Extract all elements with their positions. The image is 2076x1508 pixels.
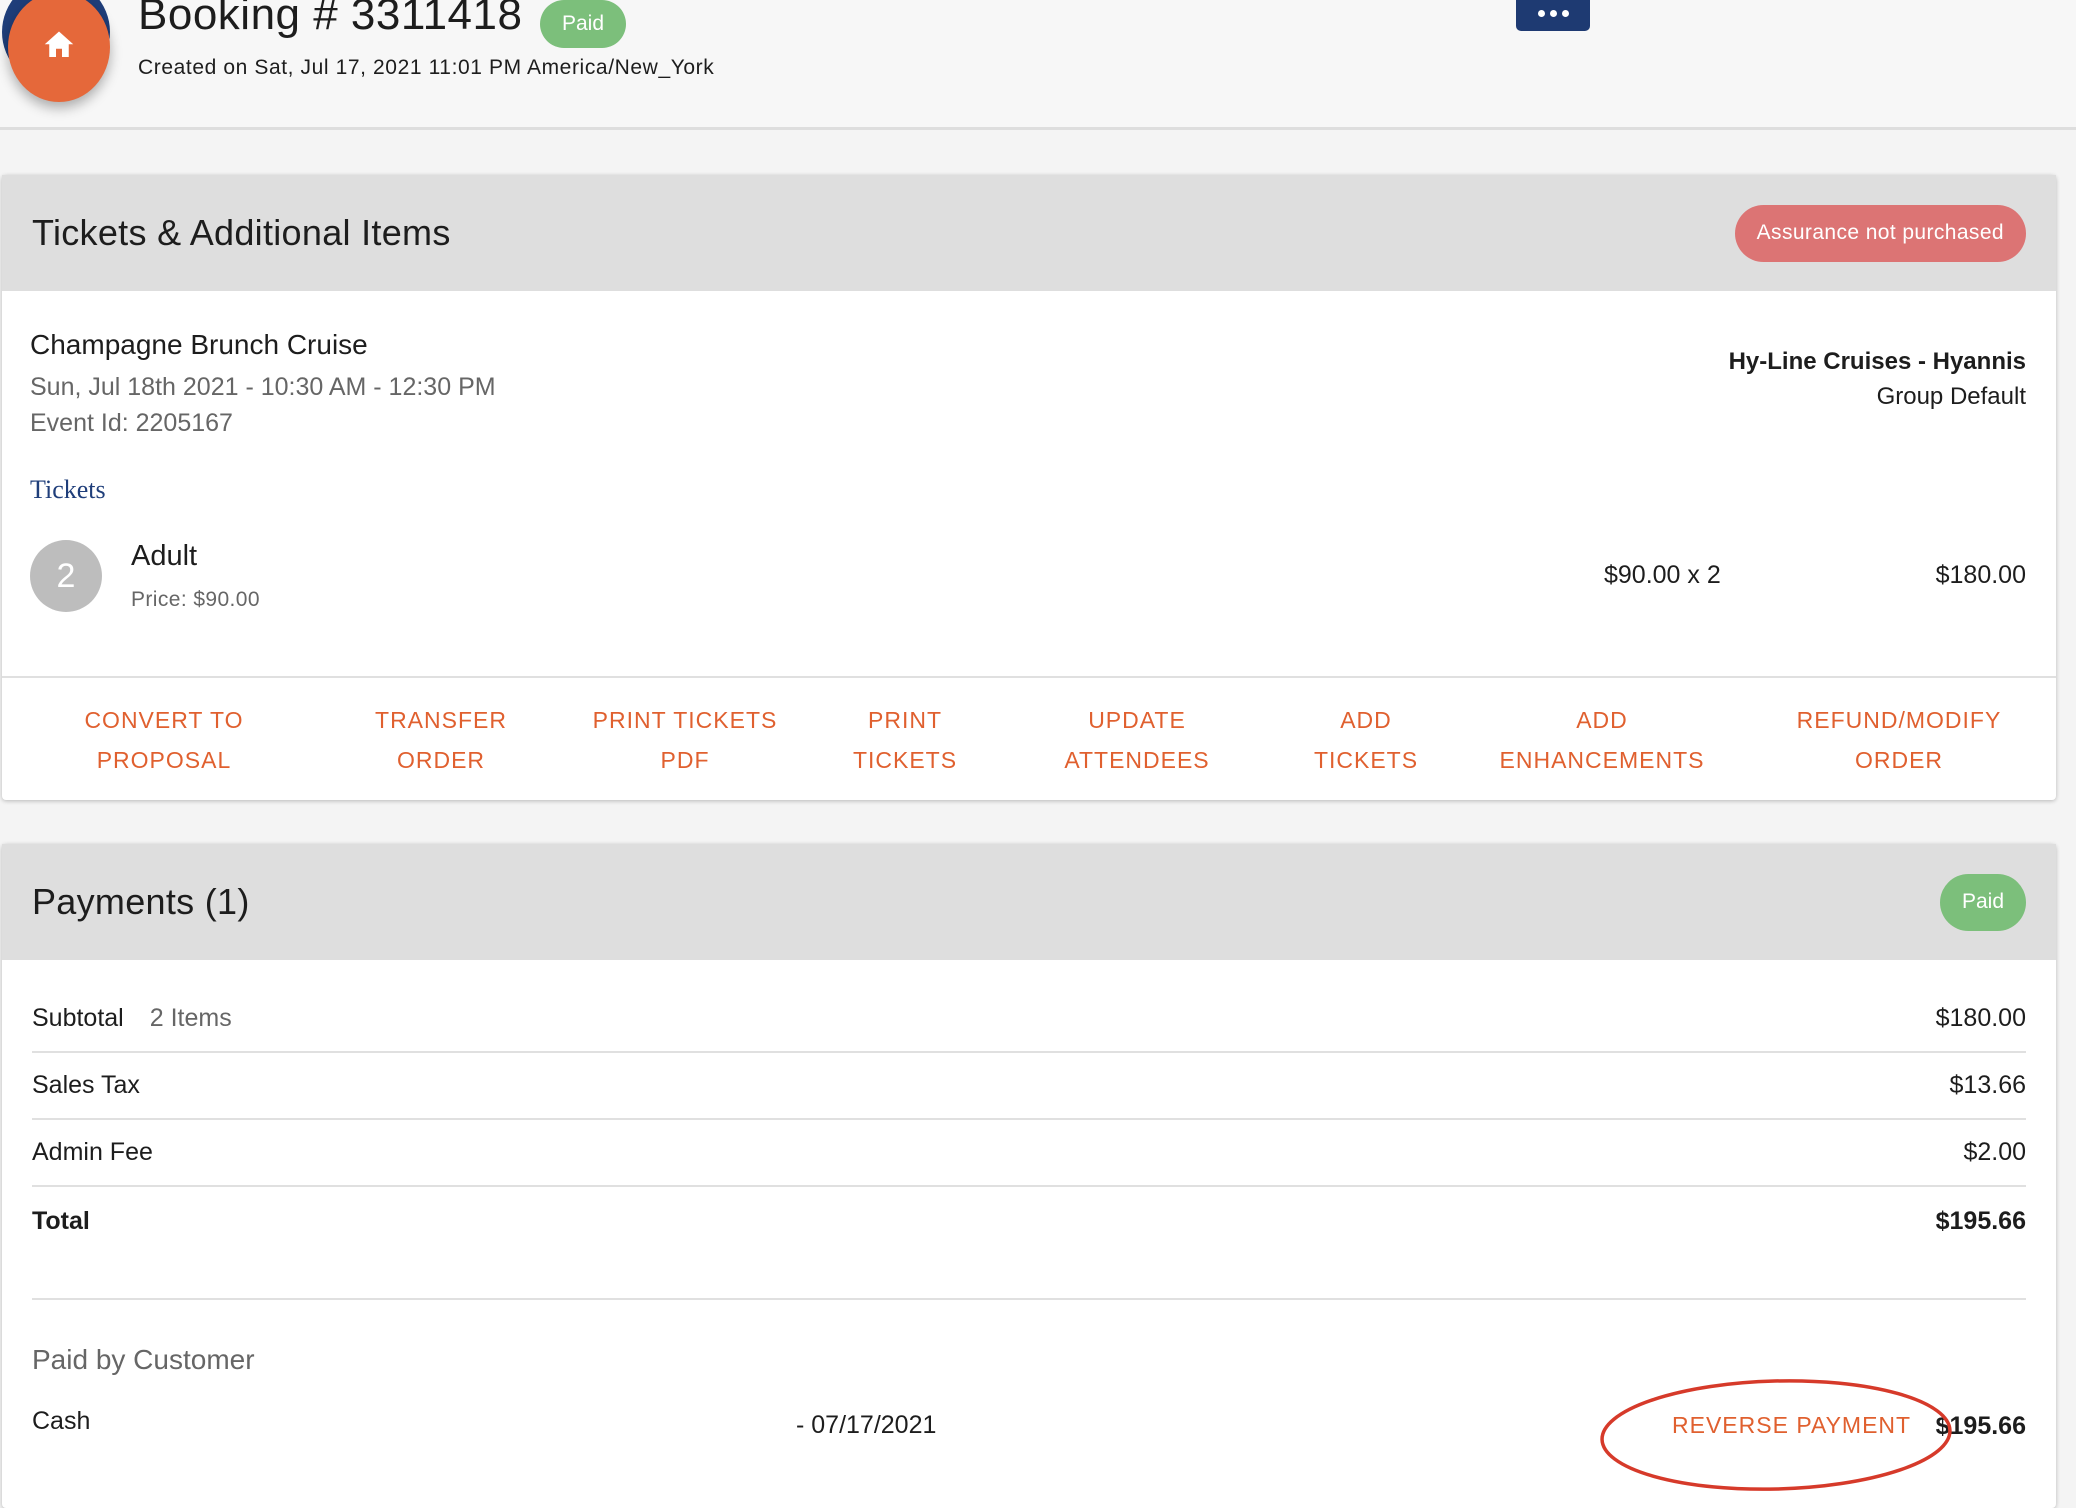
home-button[interactable] (8, 0, 110, 102)
home-icon (41, 27, 77, 68)
sales-tax-amount: $13.66 (1949, 1071, 2026, 1099)
more-options-button[interactable] (1516, 0, 1590, 31)
admin-fee-label: Admin Fee (32, 1138, 153, 1166)
payment-date: - 07/17/2021 (796, 1411, 937, 1439)
payment-method: Cash (32, 1407, 91, 1435)
total-amount: $195.66 (1935, 1207, 2026, 1235)
group-name: Group Default (1876, 383, 2026, 410)
tickets-card: Tickets & Additional Items Assurance not… (2, 175, 2056, 800)
admin-fee-amount: $2.00 (1963, 1138, 2026, 1166)
convert-to-proposal-button[interactable]: CONVERT TO PROPOSAL (84, 678, 243, 802)
paid-by-heading: Paid by Customer (32, 1344, 255, 1375)
created-date: Created on Sat, Jul 17, 2021 11:01 PM Am… (138, 56, 715, 79)
payments-card: Payments (1) Paid Subtotal 2 Items $180.0… (2, 844, 2056, 1508)
total-label: Total (32, 1207, 90, 1235)
subtotal-label: Subtotal (32, 1004, 124, 1032)
ticket-quantity-badge: 2 (30, 540, 102, 612)
subtotal-item-count: 2 Items (149, 1004, 232, 1032)
booking-status-badge: Paid (540, 0, 626, 48)
payment-status-badge: Paid (1940, 873, 2026, 931)
page-title: Booking # 3311418 (138, 0, 523, 39)
payments-card-header: Payments (1) Paid (2, 844, 2056, 960)
payments-section-title: Payments (1) (32, 881, 250, 922)
total-row: Total $195.66 (32, 1188, 2026, 1255)
ticket-type: Adult (131, 540, 198, 572)
event-id: Event Id: 2205167 (30, 409, 233, 437)
add-enhancements-button[interactable]: ADD ENHANCEMENTS (1500, 678, 1705, 802)
booking-header: Booking # 3311418 Paid Created on Sat, J… (0, 0, 2076, 130)
reverse-payment-button[interactable]: REVERSE PAYMENT (1672, 1412, 1911, 1439)
tickets-card-header: Tickets & Additional Items Assurance not… (2, 175, 2056, 291)
more-horizontal-icon (1561, 10, 1569, 17)
admin-fee-row: Admin Fee $2.00 (32, 1120, 2026, 1187)
event-details: Champagne Brunch Cruise Sun, Jul 18th 20… (2, 291, 2056, 683)
update-attendees-button[interactable]: UPDATE ATTENDEES (1064, 678, 1209, 802)
payment-amount: $195.66 (1935, 1412, 2026, 1440)
tickets-section-title: Tickets & Additional Items (32, 212, 451, 253)
transfer-order-button[interactable]: TRANSFER ORDER (375, 678, 507, 802)
more-horizontal-icon (1549, 10, 1557, 17)
event-name: Champagne Brunch Cruise (30, 329, 368, 360)
refund-modify-order-button[interactable]: REFUND/MODIFY ORDER (1797, 678, 2002, 802)
ticket-unit-price: Price: $90.00 (131, 588, 260, 611)
event-datetime: Sun, Jul 18th 2021 - 10:30 AM - 12:30 PM (30, 373, 496, 401)
subtotal-row: Subtotal 2 Items $180.00 (32, 986, 2026, 1053)
ticket-line-total: $180.00 (1935, 561, 2026, 589)
tickets-subheading: Tickets (30, 475, 106, 504)
sales-tax-label: Sales Tax (32, 1071, 140, 1099)
ticket-price-calculation: $90.00 x 2 (1604, 561, 1721, 589)
sales-tax-row: Sales Tax $13.66 (32, 1053, 2026, 1120)
payments-divider (32, 1298, 2026, 1300)
assurance-badge: Assurance not purchased (1734, 204, 2026, 262)
add-tickets-button[interactable]: ADD TICKETS (1314, 678, 1418, 802)
subtotal-amount: $180.00 (1935, 1004, 2026, 1032)
print-tickets-button[interactable]: PRINT TICKETS (853, 678, 957, 802)
vendor-name: Hy-Line Cruises - Hyannis (1728, 348, 2026, 375)
print-tickets-pdf-button[interactable]: PRINT TICKETS PDF (593, 678, 778, 802)
order-actions-bar: CONVERT TO PROPOSAL TRANSFER ORDER PRINT T… (2, 676, 2056, 800)
more-horizontal-icon (1537, 10, 1545, 17)
